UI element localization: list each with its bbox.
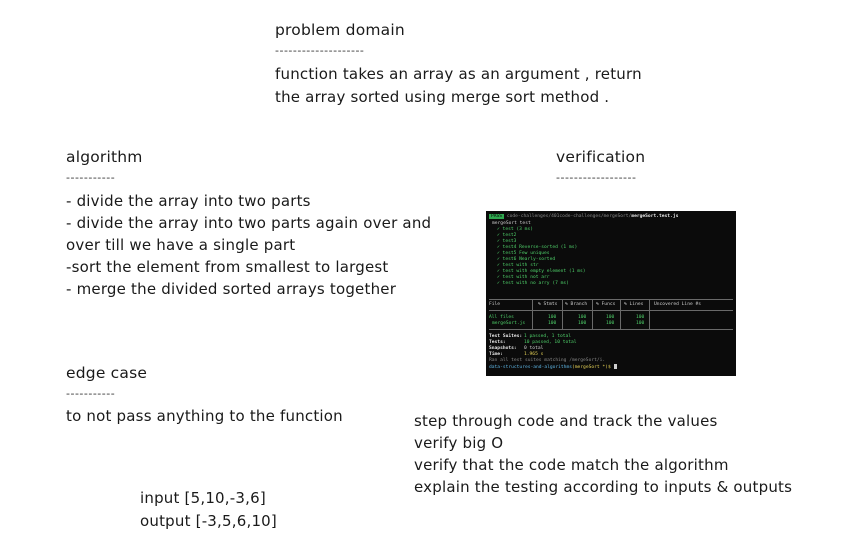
- algorithm-line-3: over till we have a single part: [66, 236, 296, 254]
- verification-line-4: explain the testing according to inputs …: [414, 478, 793, 496]
- example-output: output [-3,5,6,10]: [140, 512, 277, 530]
- table-cell: 100: [606, 321, 615, 326]
- verification-underline: ------------------: [556, 171, 637, 184]
- table-rule: [489, 329, 733, 330]
- problem-domain-underline: --------------------: [275, 44, 365, 57]
- test-file-path: code-challenges/401code-challenges/merge…: [506, 214, 632, 219]
- pass-badge: PASS: [489, 214, 505, 219]
- verification-line-3: verify that the code match the algorithm: [414, 456, 729, 474]
- algorithm-line-2: - divide the array into two parts again …: [66, 214, 432, 232]
- edge-case-underline: -----------: [66, 387, 116, 400]
- verification-heading: verification: [556, 148, 646, 166]
- table-divider: [532, 299, 533, 330]
- table-header-funcs: % Funcs: [596, 302, 616, 307]
- table-cell: 100: [578, 321, 587, 326]
- table-header-lines: % Lines: [624, 302, 644, 307]
- algorithm-line-5: - merge the divided sorted arrays togeth…: [66, 280, 397, 298]
- test-item: ✓ test with no arry (7 ms): [497, 281, 569, 286]
- algorithm-line-4: -sort the element from smallest to large…: [66, 258, 389, 276]
- table-header-stmts: % Stmts: [538, 302, 558, 307]
- problem-domain-line-1: function takes an array as an argument ,…: [275, 65, 642, 83]
- table-header-branch: % Branch: [565, 302, 588, 307]
- problem-domain-heading: problem domain: [275, 21, 405, 39]
- table-divider: [562, 299, 563, 330]
- table-divider: [592, 299, 593, 330]
- table-divider: [649, 299, 650, 330]
- table-header-file: File: [489, 302, 501, 307]
- verification-line-2: verify big O: [414, 434, 504, 452]
- algorithm-underline: -----------: [66, 171, 116, 184]
- edge-case-heading: edge case: [66, 364, 148, 382]
- verification-line-1: step through code and track the values: [414, 412, 718, 430]
- table-rule: [489, 310, 733, 311]
- algorithm-heading: algorithm: [66, 148, 143, 166]
- table-row: mergeSort.js: [492, 321, 526, 326]
- algorithm-line-1: - divide the array into two parts: [66, 192, 311, 210]
- table-divider: [620, 299, 621, 330]
- shell-prompt: data-structures-and-algorithms(mergeSort…: [489, 364, 617, 371]
- test-file-name: mergeSort.test.js: [631, 214, 679, 219]
- table-cell: 100: [548, 321, 557, 326]
- table-cell: 100: [636, 321, 645, 326]
- problem-domain-line-2: the array sorted using merge sort method…: [275, 88, 610, 106]
- table-rule: [489, 299, 733, 300]
- edge-case-line-1: to not pass anything to the function: [66, 407, 343, 425]
- example-input: input [5,10,-3,6]: [140, 489, 266, 507]
- test-output-terminal: PASS code-challenges/401code-challenges/…: [486, 211, 736, 376]
- table-header-uncovered: Uncovered Line #s: [654, 302, 702, 307]
